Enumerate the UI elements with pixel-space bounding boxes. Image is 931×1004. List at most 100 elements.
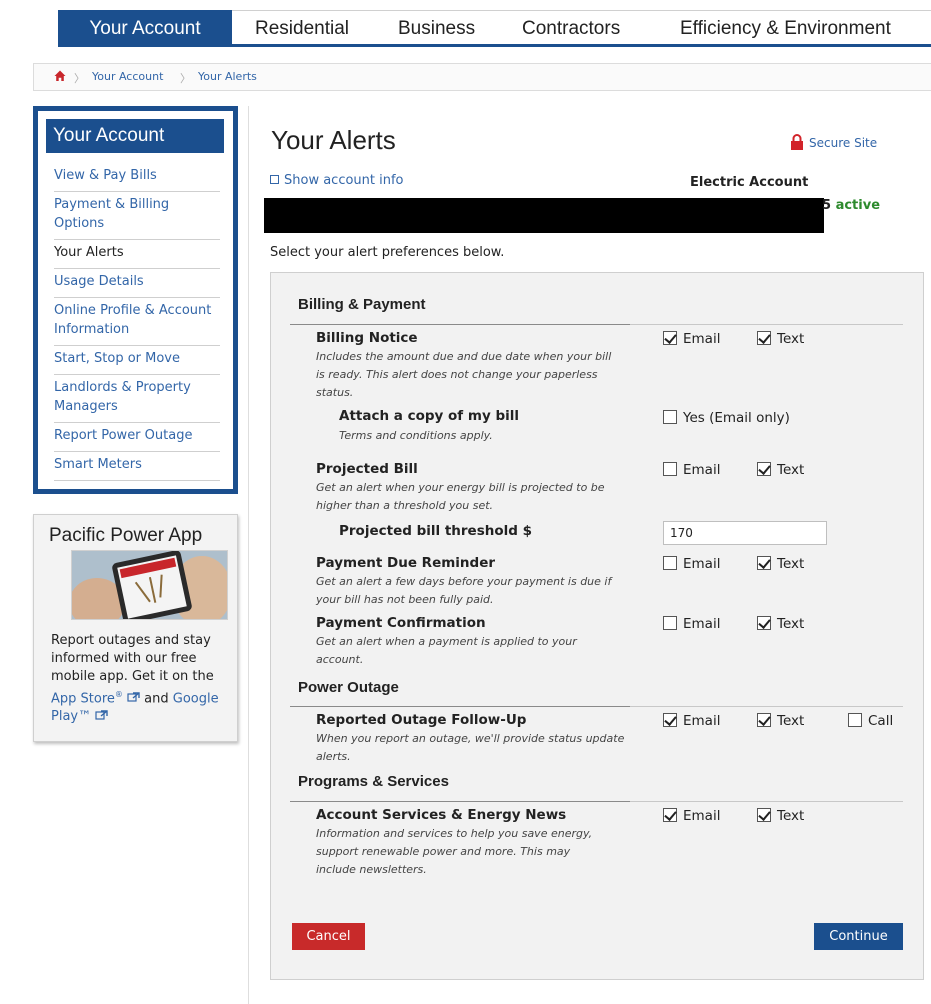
top-navigation: Your Account Residential Business Contra… bbox=[0, 0, 931, 48]
projected-bill-text-option[interactable]: Text bbox=[757, 462, 804, 478]
billing-notice-text-option[interactable]: Text bbox=[757, 331, 804, 347]
payment-confirmation-text-label: Text bbox=[777, 616, 805, 632]
app-promo-box: Pacific Power App Report outages and sta… bbox=[33, 514, 238, 742]
alert-name-projected-bill: Projected Bill bbox=[316, 461, 418, 477]
outage-followup-call-label: Call bbox=[868, 713, 894, 729]
instructions-text: Select your alert preferences below. bbox=[270, 245, 505, 260]
payment-due-email-option[interactable]: Email bbox=[663, 556, 720, 572]
projected-bill-threshold-input[interactable]: 170 bbox=[663, 521, 827, 545]
energy-news-text-checkbox[interactable] bbox=[757, 808, 771, 822]
projected-bill-email-option[interactable]: Email bbox=[663, 462, 720, 478]
energy-news-text-label: Text bbox=[777, 808, 805, 824]
alert-desc-outage-followup: When you report an outage, we'll provide… bbox=[316, 732, 625, 763]
threshold-label: Projected bill threshold $ bbox=[339, 523, 533, 539]
app-promo-text: Report outages and stay informed with ou… bbox=[51, 632, 231, 726]
payment-due-text-option[interactable]: Text bbox=[757, 556, 804, 572]
billing-notice-text-checkbox[interactable] bbox=[757, 331, 771, 345]
content-divider bbox=[248, 106, 249, 1004]
breadcrumb: 〉 Your Account 〉 Your Alerts bbox=[33, 63, 931, 91]
outage-followup-text-checkbox[interactable] bbox=[757, 713, 771, 727]
section-rule bbox=[290, 324, 903, 325]
alert-desc-billing-notice: Includes the amount due and due date whe… bbox=[316, 350, 612, 399]
outage-followup-call-checkbox[interactable] bbox=[848, 713, 862, 727]
nav-contractors[interactable]: Contractors bbox=[522, 10, 620, 47]
alert-name-outage-followup: Reported Outage Follow-Up bbox=[316, 712, 527, 728]
outage-followup-email-option[interactable]: Email bbox=[663, 713, 720, 729]
nav-business[interactable]: Business bbox=[398, 10, 475, 47]
expand-icon bbox=[270, 175, 279, 184]
alert-desc-payment-confirmation: Get an alert when a payment is applied t… bbox=[316, 635, 577, 666]
redacted-account-details bbox=[264, 198, 824, 233]
alert-name-energy-news: Account Services & Energy News bbox=[316, 807, 567, 823]
external-link-icon bbox=[127, 692, 140, 702]
sidebar-item-landlords[interactable]: Landlords & Property Managers bbox=[54, 375, 220, 423]
nav-efficiency-environment[interactable]: Efficiency & Environment bbox=[680, 10, 891, 47]
outage-followup-call-option[interactable]: Call bbox=[848, 713, 893, 729]
outage-followup-text-option[interactable]: Text bbox=[757, 713, 804, 729]
phone-app-image bbox=[71, 550, 228, 620]
external-link-icon bbox=[95, 710, 108, 720]
home-icon[interactable] bbox=[54, 70, 66, 82]
sidebar-item-your-alerts[interactable]: Your Alerts bbox=[54, 240, 220, 269]
payment-confirmation-email-option[interactable]: Email bbox=[663, 616, 720, 632]
sidebar-item-usage-details[interactable]: Usage Details bbox=[54, 269, 220, 298]
show-account-info-link[interactable]: Show account info bbox=[270, 173, 404, 188]
cancel-button[interactable]: Cancel bbox=[292, 923, 365, 950]
projected-bill-email-checkbox[interactable] bbox=[663, 462, 677, 476]
sidebar-title: Your Account bbox=[46, 119, 224, 153]
breadcrumb-separator-icon: 〉 bbox=[74, 72, 85, 85]
payment-due-text-checkbox[interactable] bbox=[757, 556, 771, 570]
outage-followup-email-checkbox[interactable] bbox=[663, 713, 677, 727]
registered-mark: ® bbox=[114, 690, 123, 699]
app-store-link[interactable]: App Store bbox=[51, 691, 115, 706]
show-account-info-label: Show account info bbox=[284, 173, 404, 188]
section-title-power-outage: Power Outage bbox=[298, 679, 399, 696]
and-text: and bbox=[144, 691, 169, 707]
section-rule bbox=[290, 801, 903, 802]
sidebar-item-smart-meters[interactable]: Smart Meters bbox=[54, 452, 220, 481]
secure-site-link[interactable]: Secure Site bbox=[790, 134, 877, 150]
billing-notice-email-checkbox[interactable] bbox=[663, 331, 677, 345]
continue-button[interactable]: Continue bbox=[814, 923, 903, 950]
attach-copy-yes-checkbox[interactable] bbox=[663, 410, 677, 424]
nav-your-account[interactable]: Your Account bbox=[58, 10, 232, 47]
breadcrumb-your-account[interactable]: Your Account bbox=[92, 70, 163, 83]
payment-confirmation-email-checkbox[interactable] bbox=[663, 616, 677, 630]
breadcrumb-your-alerts[interactable]: Your Alerts bbox=[198, 70, 257, 83]
alert-desc-projected-bill: Get an alert when your energy bill is pr… bbox=[316, 481, 605, 512]
energy-news-text-option[interactable]: Text bbox=[757, 808, 804, 824]
projected-bill-text-checkbox[interactable] bbox=[757, 462, 771, 476]
alert-name-attach-copy: Attach a copy of my bill bbox=[339, 408, 519, 424]
outage-followup-text-label: Text bbox=[777, 713, 805, 729]
sidebar-item-start-stop-move[interactable]: Start, Stop or Move bbox=[54, 346, 220, 375]
account-status-text: active bbox=[835, 198, 881, 213]
energy-news-email-checkbox[interactable] bbox=[663, 808, 677, 822]
sidebar-item-online-profile[interactable]: Online Profile & Account Information bbox=[54, 298, 220, 346]
sidebar-item-report-outage[interactable]: Report Power Outage bbox=[54, 423, 220, 452]
payment-due-email-checkbox[interactable] bbox=[663, 556, 677, 570]
nav-residential[interactable]: Residential bbox=[255, 10, 349, 47]
outage-followup-email-label: Email bbox=[683, 713, 721, 729]
billing-notice-text-label: Text bbox=[777, 331, 805, 347]
payment-confirmation-text-option[interactable]: Text bbox=[757, 616, 804, 632]
payment-confirmation-text-checkbox[interactable] bbox=[757, 616, 771, 630]
alert-name-payment-confirmation: Payment Confirmation bbox=[316, 615, 486, 631]
sidebar-menu: View & Pay Bills Payment & Billing Optio… bbox=[54, 163, 220, 481]
app-promo-description: Report outages and stay informed with ou… bbox=[51, 633, 214, 684]
billing-notice-email-option[interactable]: Email bbox=[663, 331, 720, 347]
projected-bill-text-label: Text bbox=[777, 462, 805, 478]
energy-news-email-option[interactable]: Email bbox=[663, 808, 720, 824]
secure-site-label: Secure Site bbox=[809, 136, 878, 150]
sidebar-item-view-pay-bills[interactable]: View & Pay Bills bbox=[54, 163, 220, 192]
projected-bill-email-label: Email bbox=[683, 462, 721, 478]
section-title-billing: Billing & Payment bbox=[298, 296, 426, 313]
lock-icon bbox=[791, 134, 803, 150]
sidebar-item-payment-billing-options[interactable]: Payment & Billing Options bbox=[54, 192, 220, 240]
alert-name-payment-due: Payment Due Reminder bbox=[316, 555, 496, 571]
account-type-label: Electric Account bbox=[690, 175, 809, 190]
app-promo-title: Pacific Power App bbox=[49, 525, 203, 546]
account-status-number: 5 bbox=[822, 198, 832, 213]
alert-name-billing-notice: Billing Notice bbox=[316, 330, 418, 346]
attach-copy-yes-option[interactable]: Yes (Email only) bbox=[663, 410, 790, 426]
account-sidebar: Your Account View & Pay Bills Payment & … bbox=[33, 106, 238, 494]
